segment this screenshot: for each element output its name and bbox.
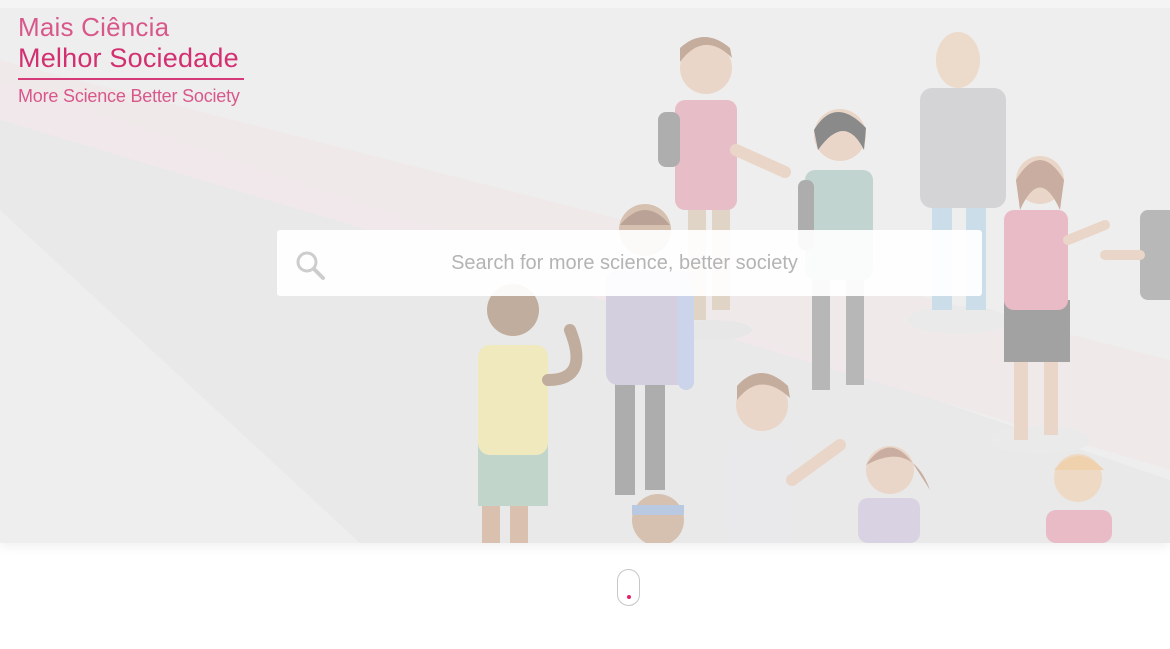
scroll-down-mouse-icon[interactable]: [617, 569, 640, 606]
logo-line-portuguese-2: Melhor Sociedade: [18, 43, 239, 73]
logo-line-english: More Science Better Society: [18, 86, 240, 106]
logo-divider: [18, 78, 244, 80]
scroll-wheel-dot: [627, 595, 631, 599]
site-logo[interactable]: Mais Ciência Melhor Sociedade More Scien…: [18, 12, 244, 106]
hero-banner: Mais Ciência Melhor Sociedade More Scien…: [0, 0, 1170, 543]
logo-line-portuguese-1: Mais Ciência: [18, 12, 170, 42]
search-input[interactable]: [347, 230, 902, 296]
search-icon[interactable]: [293, 248, 327, 282]
search-box[interactable]: [277, 230, 982, 296]
